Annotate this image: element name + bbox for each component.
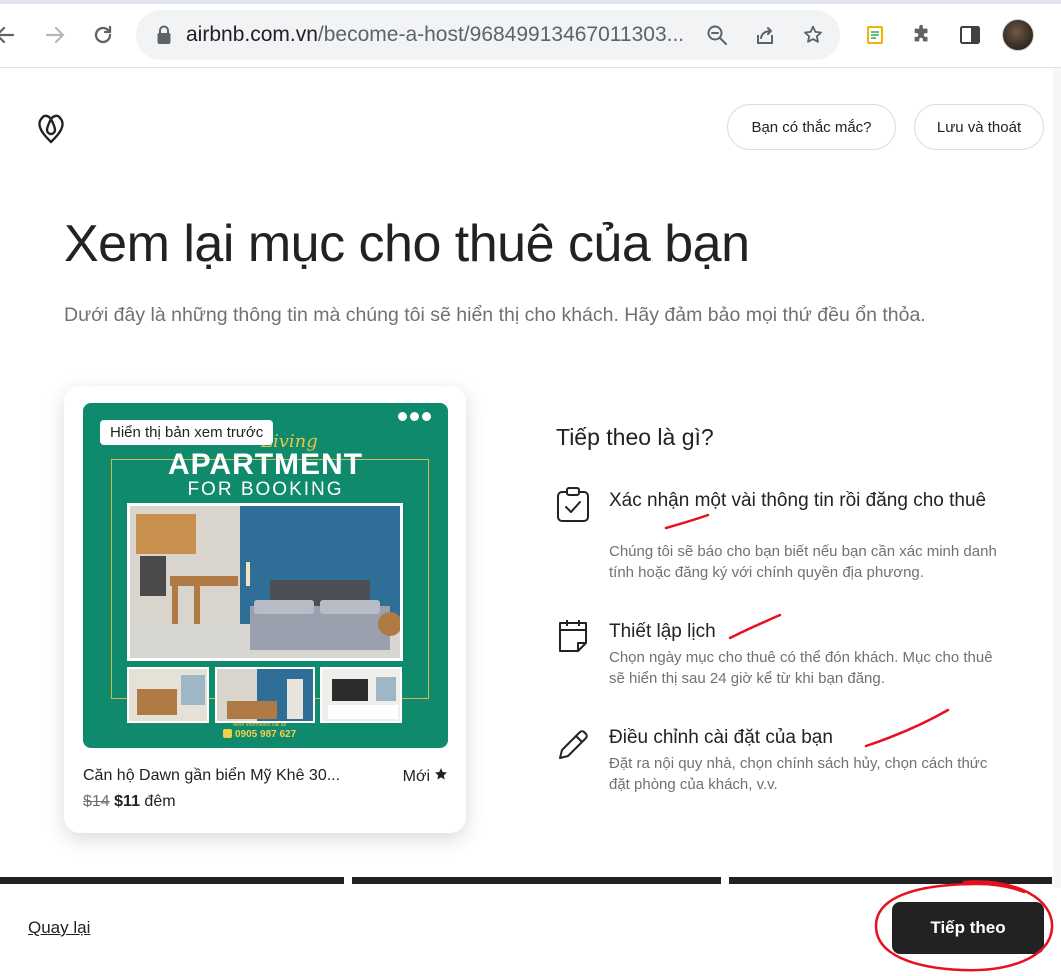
- question-button[interactable]: Bạn có thắc mắc?: [727, 104, 896, 150]
- thumbnail-photo: [215, 667, 315, 723]
- next-steps-heading: Tiếp theo là gì?: [556, 424, 714, 450]
- preview-badge[interactable]: Hiển thị bản xem trước: [100, 420, 274, 445]
- progress-step-1: [0, 877, 344, 884]
- listing-photo: Living APARTMENT FOR BOOKING More inform…: [83, 403, 448, 748]
- listing-name: Căn hộ Dawn gần biển Mỹ Khê 30...: [83, 767, 341, 784]
- social-icon: [422, 412, 431, 421]
- step-desc-confirm: Chúng tôi sẽ báo cho bạn biết nếu bạn cầ…: [609, 543, 997, 581]
- profile-avatar[interactable]: [1002, 19, 1034, 51]
- social-icon: [398, 412, 407, 421]
- new-label: Mới: [402, 767, 430, 785]
- ad-headline: APARTMENT: [167, 448, 364, 481]
- ad-phone-number: 0905 987 627: [235, 729, 297, 740]
- step-title-confirm: Xác nhận một vài thông tin rồi đăng cho …: [609, 490, 987, 511]
- airbnb-logo-icon[interactable]: [34, 110, 68, 146]
- back-link[interactable]: Quay lại: [28, 918, 90, 938]
- save-and-exit-button[interactable]: Lưu và thoát: [914, 104, 1044, 150]
- tab-strip-edge: [0, 0, 1061, 4]
- price-old: $14: [83, 793, 110, 810]
- page-subtitle: Dưới đây là những thông tin mà chúng tôi…: [64, 304, 926, 326]
- step-title-settings: Điều chỉnh cài đặt của bạn: [609, 727, 833, 748]
- page-title: Xem lại mục cho thuê của bạn: [64, 215, 750, 273]
- price-unit: đêm: [144, 793, 176, 810]
- address-bar[interactable]: airbnb.com.vn/become-a-host/968499134670…: [136, 10, 840, 60]
- side-panel-icon[interactable]: [955, 20, 985, 50]
- reload-icon[interactable]: [90, 22, 116, 48]
- extension-notes-icon[interactable]: [860, 20, 890, 50]
- page-scrollbar[interactable]: [1053, 68, 1061, 888]
- progress-step-3: [729, 877, 1052, 884]
- forward-arrow-icon[interactable]: [42, 22, 68, 48]
- back-arrow-icon[interactable]: [0, 22, 18, 48]
- bookmark-star-icon[interactable]: [800, 22, 826, 48]
- url-text[interactable]: airbnb.com.vn/become-a-host/968499134670…: [186, 23, 684, 47]
- thumbnail-photo: [320, 667, 402, 723]
- share-icon[interactable]: [752, 22, 778, 48]
- star-icon: [434, 767, 448, 786]
- ad-contact-caption: More information call us: [233, 722, 287, 728]
- ad-phone: 0905 987 627: [223, 729, 296, 740]
- progress-step-2: [352, 877, 721, 884]
- listing-price: $14 $11 đêm: [83, 793, 176, 811]
- next-button[interactable]: Tiếp theo: [892, 902, 1044, 954]
- pencil-icon: [556, 726, 590, 762]
- thumbnail-photo: [127, 667, 209, 723]
- browser-toolbar: airbnb.com.vn/become-a-host/968499134670…: [0, 0, 1061, 68]
- step-desc-calendar: Chọn ngày mục cho thuê có thể đón khách.…: [609, 649, 993, 687]
- listing-preview-card[interactable]: Living APARTMENT FOR BOOKING More inform…: [64, 386, 466, 833]
- room-photo: [127, 503, 403, 661]
- ad-subheadline: FOR BOOKING: [187, 479, 344, 500]
- zoom-icon[interactable]: [704, 22, 730, 48]
- step-title-calendar: Thiết lập lịch: [609, 621, 716, 642]
- social-icon: [410, 412, 419, 421]
- phone-icon: [223, 729, 232, 738]
- step-desc-settings: Đặt ra nội quy nhà, chọn chính sách hủy,…: [609, 755, 988, 793]
- clipboard-check-icon: [556, 487, 590, 523]
- new-badge: Mới: [403, 767, 448, 786]
- lock-icon[interactable]: [156, 25, 172, 50]
- calendar-icon: [556, 618, 590, 654]
- price-new: $11: [114, 793, 140, 810]
- extensions-puzzle-icon[interactable]: [907, 20, 937, 50]
